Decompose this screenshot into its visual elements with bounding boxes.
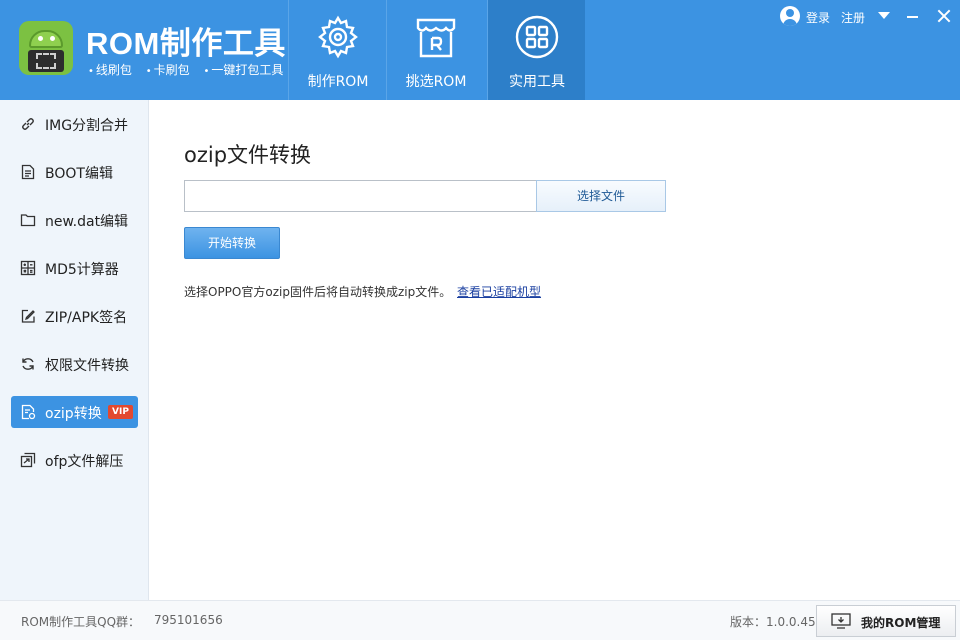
link-icon xyxy=(22,118,34,130)
refresh-icon xyxy=(22,358,34,370)
choose-file-button[interactable]: 选择文件 xyxy=(536,180,666,212)
gear-icon xyxy=(318,15,358,59)
sidebar-item-ozip-convert[interactable]: ozip转换 VIP xyxy=(11,396,138,428)
tab-label: 制作ROM xyxy=(307,74,369,90)
grid-icon xyxy=(515,15,559,59)
menu-dropdown-icon[interactable] xyxy=(878,12,890,19)
document-icon xyxy=(21,164,35,180)
login-link[interactable]: 登录 xyxy=(806,9,830,26)
subtitle-item: 卡刷包 xyxy=(146,63,190,77)
sidebar-item-boot-edit[interactable]: BOOT编辑 xyxy=(11,156,138,188)
edit-icon xyxy=(21,309,35,323)
sidebar: IMG分割合并 BOOT编辑 new.dat编辑 MD5计算器 ZIP/APK签… xyxy=(0,100,149,600)
sidebar-item-md5-calculator[interactable]: MD5计算器 xyxy=(11,252,138,284)
sidebar-item-label: MD5计算器 xyxy=(45,262,119,278)
page-title: ozip文件转换 xyxy=(184,143,312,167)
calculator-icon xyxy=(20,260,36,276)
tab-utility-tools[interactable]: 实用工具 xyxy=(487,0,585,100)
file-extract-icon xyxy=(20,452,36,468)
folder-icon xyxy=(20,214,36,227)
description-text: 选择OPPO官方ozip固件后将自动转换成zip文件。 xyxy=(184,285,452,299)
tab-make-rom[interactable]: 制作ROM xyxy=(288,0,386,100)
file-settings-icon xyxy=(21,404,36,420)
sidebar-item-img-split[interactable]: IMG分割合并 xyxy=(11,108,138,140)
register-link[interactable]: 注册 xyxy=(841,9,865,26)
my-rom-manage-label: 我的ROM管理 xyxy=(861,616,941,630)
tab-label: 挑选ROM xyxy=(405,74,467,90)
sidebar-item-label: new.dat编辑 xyxy=(45,214,129,230)
footer-bar: ROM制作工具QQ群： 795101656 版本：1.0.0.45 我的ROM管… xyxy=(0,600,960,640)
android-logo-icon xyxy=(19,21,73,75)
tab-select-rom[interactable]: 挑选ROM xyxy=(386,0,484,100)
version-text: 版本：1.0.0.45 xyxy=(730,615,816,629)
sidebar-item-label: ozip转换 xyxy=(45,406,102,422)
sidebar-item-ofp-extract[interactable]: ofp文件解压 xyxy=(11,444,138,476)
subtitle-item: 线刷包 xyxy=(88,63,132,77)
sidebar-item-newdat-edit[interactable]: new.dat编辑 xyxy=(11,204,138,236)
qq-group-label: ROM制作工具QQ群： xyxy=(21,615,141,629)
minimize-icon[interactable] xyxy=(907,16,918,18)
sidebar-item-label: IMG分割合并 xyxy=(45,118,129,134)
sidebar-item-label: ZIP/APK签名 xyxy=(45,310,128,326)
header-bar: ROM制作工具 线刷包 卡刷包 一键打包工具 制作ROM 挑选ROM xyxy=(0,0,960,100)
app-logo-area: ROM制作工具 线刷包 卡刷包 一键打包工具 xyxy=(0,0,288,100)
tab-label: 实用工具 xyxy=(509,74,565,90)
file-path-input[interactable] xyxy=(184,180,537,212)
app-title: ROM制作工具 xyxy=(86,26,286,61)
start-convert-button[interactable]: 开始转换 xyxy=(184,227,280,259)
my-rom-manage-button[interactable]: 我的ROM管理 xyxy=(816,605,956,637)
sidebar-item-permission-convert[interactable]: 权限文件转换 xyxy=(11,348,138,380)
store-icon xyxy=(416,18,456,58)
sidebar-item-label: BOOT编辑 xyxy=(45,166,113,182)
sidebar-item-label: ofp文件解压 xyxy=(45,454,124,470)
user-avatar-icon[interactable] xyxy=(780,6,800,26)
monitor-icon xyxy=(831,613,851,629)
vip-badge: VIP xyxy=(108,405,133,419)
supported-models-link[interactable]: 查看已适配机型 xyxy=(457,283,541,300)
sidebar-item-label: 权限文件转换 xyxy=(45,358,129,374)
app-subtitle: 线刷包 卡刷包 一键打包工具 xyxy=(88,61,293,78)
qq-group-number: 795101656 xyxy=(154,613,223,627)
sidebar-item-zip-apk-sign[interactable]: ZIP/APK签名 xyxy=(11,300,138,332)
subtitle-item: 一键打包工具 xyxy=(204,63,284,77)
close-icon[interactable] xyxy=(937,9,951,23)
